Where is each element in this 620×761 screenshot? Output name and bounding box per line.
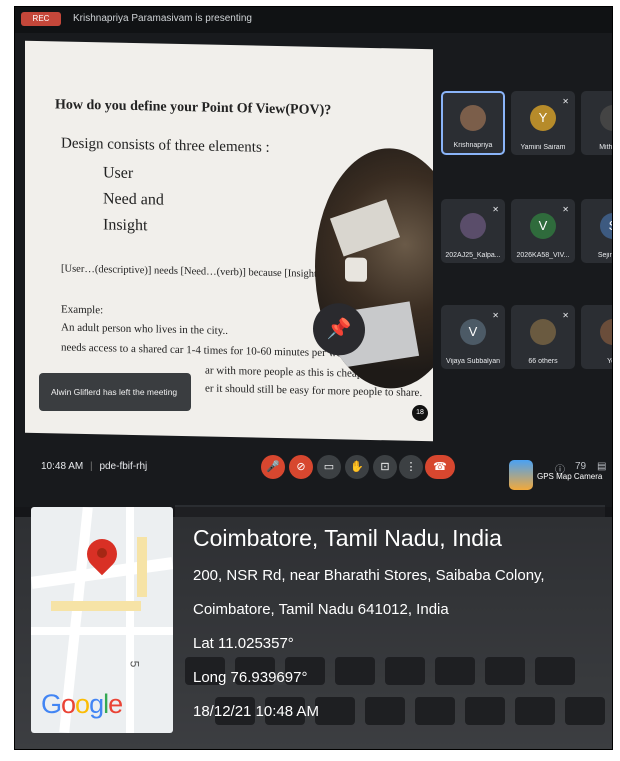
participant-name: Sejin sing [597, 252, 613, 259]
slide-element-need: Need and [103, 190, 164, 209]
camera-toggle-button[interactable]: ⊘ [289, 455, 313, 479]
address-line-2: Coimbatore, Tamil Nadu 641012, India [193, 601, 449, 618]
slide-element-user: User [103, 164, 134, 182]
map-thumbnail: 5 Google [31, 507, 173, 733]
mic-muted-icon: ✕ [562, 311, 569, 320]
participant-name: Mithun V [599, 144, 613, 151]
mic-toggle-button[interactable]: 🎤 [261, 455, 285, 479]
end-call-button[interactable]: ☎ [425, 455, 455, 479]
raise-hand-button[interactable]: ✋ [345, 455, 369, 479]
more-icon: ⋮ [405, 461, 417, 473]
slide-page-number: 18 [412, 404, 428, 422]
photo-frame: REC Krishnapriya Paramasivam is presenti… [14, 6, 613, 750]
participant-avatar [600, 318, 612, 345]
participant-avatar [460, 212, 486, 239]
google-logo: Google [41, 689, 123, 719]
left-meeting-toast: Alwin Gliflerd has left the meeting [39, 373, 191, 411]
slide-example-label: Example: [61, 303, 104, 317]
latitude: Lat 11.025357° [193, 635, 294, 652]
captions-button[interactable]: ▭ [317, 455, 341, 479]
participant-name: 2026KA58_VIV... [516, 252, 570, 259]
gps-map-camera-label: GPS Map Camera [509, 460, 609, 500]
mic-off-icon: 🎤 [266, 461, 280, 473]
slide-example-line: needs access to a shared car 1-4 times f… [61, 341, 355, 360]
participant-name: Vijaya Subbalyan [446, 358, 500, 365]
participant-name: You [607, 358, 612, 365]
desk-paper [329, 199, 401, 257]
more-options-button[interactable]: ⋮ [399, 455, 423, 479]
recording-badge: REC [21, 12, 61, 26]
desk-mug [345, 257, 367, 282]
participant-avatar: V [460, 318, 486, 345]
present-icon: ⊡ [380, 461, 390, 473]
meet-top-bar: REC Krishnapriya Paramasivam is presenti… [15, 7, 612, 33]
slide-question: How do you define your Point Of View(POV… [55, 97, 332, 119]
divider: | [90, 461, 93, 472]
participant-avatar: V [530, 212, 556, 239]
presenter-status: Krishnapriya Paramasivam is presenting [73, 13, 252, 24]
participant-tile[interactable]: You✕ [581, 305, 612, 369]
participant-name: 66 others [528, 358, 558, 365]
participant-name: 202AJ25_Kalpa... [445, 252, 501, 259]
participant-avatar [600, 104, 612, 131]
participant-tile[interactable]: Y Yamini Sairam ✕ [511, 91, 575, 155]
mic-muted-icon: ✕ [562, 97, 569, 106]
mic-muted-icon: ✕ [562, 205, 569, 214]
pin-icon[interactable]: 📌 [313, 302, 365, 356]
participant-tile[interactable]: 66 others ✕ [511, 305, 575, 369]
gps-camera-text: GPS Map Camera [537, 472, 603, 481]
longitude: Long 76.939697° [193, 669, 308, 686]
participant-avatar [530, 318, 556, 345]
slide-element-insight: Insight [103, 216, 148, 235]
participant-tile[interactable]: Mithun V✕ [581, 91, 613, 155]
participant-name: Yamini Sairam [520, 144, 566, 151]
captions-icon: ▭ [323, 461, 335, 473]
participant-tile[interactable]: SSejin sing✕ [581, 199, 613, 263]
meeting-code: pde-fbif-rhj [99, 461, 148, 472]
slide-example-line: An adult person who lives in the city.. [61, 321, 229, 337]
slide-design-heading: Design consists of three elements : [61, 135, 270, 156]
participant-avatar [460, 105, 486, 132]
participant-name: Krishnapriya [453, 142, 493, 149]
gps-camera-app-icon [509, 460, 533, 490]
phone-hangup-icon: ☎ [433, 461, 447, 473]
meeting-time: 10:48 AM [41, 461, 84, 472]
participant-tile[interactable]: V Vijaya Subbalyan ✕ [441, 305, 505, 369]
date-time: 18/12/21 10:48 AM [193, 703, 319, 720]
hand-icon: ✋ [350, 461, 364, 473]
address-line-1: 200, NSR Rd, near Bharathi Stores, Saiba… [193, 567, 545, 584]
participant-avatar: S [600, 212, 612, 239]
participant-avatar: Y [530, 104, 556, 131]
mic-muted-icon: ✕ [492, 205, 499, 214]
present-button[interactable]: ⊡ [373, 455, 397, 479]
participant-tile[interactable]: Krishnapriya [441, 91, 505, 155]
meeting-time-code: 10:48 AM | pde-fbif-rhj [41, 461, 147, 472]
participant-tile[interactable]: 202AJ25_Kalpa... ✕ [441, 199, 505, 263]
map-road-number: 5 [127, 660, 142, 668]
participant-tile[interactable]: V 2026KA58_VIV... ✕ [511, 199, 575, 263]
mic-muted-icon: ✕ [492, 311, 499, 320]
location-title: Coimbatore, Tamil Nadu, India [193, 525, 502, 551]
camera-off-icon: ⊘ [296, 461, 306, 473]
